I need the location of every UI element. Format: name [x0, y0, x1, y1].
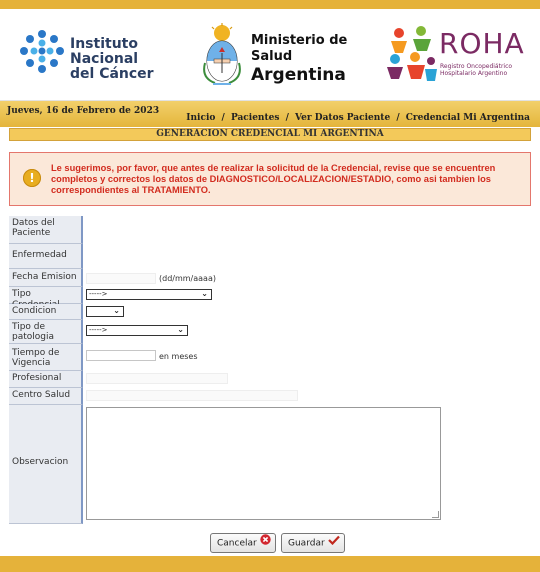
label-tipo-credencial: Tipo Credencial	[9, 287, 83, 310]
exclamation-icon: !	[23, 169, 41, 187]
tiempo-vigencia-hint: en meses	[159, 352, 198, 361]
chevron-down-icon: ⌄	[201, 289, 208, 298]
tiempo-vigencia-input[interactable]	[86, 350, 156, 361]
inc-emblem-icon	[20, 30, 64, 73]
current-date: Jueves, 16 de Febrero de 2023	[7, 106, 160, 116]
tipo-patologia-select[interactable]: -----> ⌄	[86, 325, 188, 336]
label-centro-salud: Centro Salud	[9, 388, 83, 405]
chevron-down-icon: ⌄	[113, 306, 120, 315]
save-button-label: Guardar	[288, 538, 325, 549]
cancel-icon	[260, 534, 271, 552]
tipo-credencial-selected: ----->	[89, 290, 108, 298]
breadcrumb-ver-datos-paciente[interactable]: Ver Datos Paciente	[295, 113, 390, 123]
breadcrumb-inicio[interactable]: Inicio	[186, 113, 215, 123]
profesional-input[interactable]	[86, 373, 228, 384]
label-tipo-patologia: Tipo de patologia	[9, 320, 83, 344]
logo-roha: ROHA Registro Oncopediátrico Hospitalari…	[385, 23, 535, 87]
breadcrumb-separator: /	[396, 113, 400, 123]
inc-name-line2: del Cáncer	[70, 66, 154, 82]
logo-ministerio-salud: Ministerio de Salud Argentina	[201, 23, 371, 87]
label-datos-paciente: Datos del Paciente	[9, 216, 83, 244]
label-profesional: Profesional	[9, 371, 83, 388]
header: Instituto Nacional del Cáncer Ministerio…	[0, 9, 540, 101]
credencial-form: Datos del Paciente Enfermedad Fecha Emis…	[9, 216, 531, 524]
label-observacion: Observacion	[9, 405, 83, 524]
top-accent-bar	[0, 0, 540, 9]
roha-title: ROHA	[439, 27, 525, 60]
label-condicion: Condicion	[9, 304, 83, 320]
section-title: GENERACION CREDENCIAL MI ARGENTINA	[9, 128, 531, 141]
ministerio-name-line2: Argentina	[251, 65, 346, 85]
logo-instituto-nacional-cancer: Instituto Nacional del Cáncer	[18, 27, 188, 83]
observacion-textarea[interactable]	[86, 407, 441, 520]
tipo-credencial-select[interactable]: -----> ⌄	[86, 289, 212, 300]
warning-text: Le sugerimos, por favor, que antes de re…	[51, 163, 496, 195]
condicion-select[interactable]: ⌄	[86, 306, 124, 317]
footer-bar	[0, 556, 540, 572]
checkmark-icon	[327, 534, 340, 552]
label-enfermedad: Enfermedad	[9, 244, 83, 269]
label-fecha-emision: Fecha Emision	[9, 269, 83, 287]
roha-subtitle-line1: Registro Oncopediátrico	[440, 63, 513, 70]
cancel-button-label: Cancelar	[217, 538, 257, 549]
chevron-down-icon: ⌄	[177, 325, 184, 334]
tipo-patologia-selected: ----->	[89, 326, 108, 334]
centro-salud-input[interactable]	[86, 390, 298, 401]
escudo-argentina-icon	[203, 23, 241, 85]
breadcrumb-separator: /	[221, 113, 225, 123]
cancel-button[interactable]: Cancelar	[210, 533, 276, 553]
label-tiempo-vigencia: Tiempo de Vigencia	[9, 344, 83, 371]
save-button[interactable]: Guardar	[281, 533, 345, 553]
info-bar: Jueves, 16 de Febrero de 2023 Inicio / P…	[0, 101, 540, 127]
warning-box: ! Le sugerimos, por favor, que antes de …	[9, 152, 531, 206]
breadcrumb-pacientes[interactable]: Pacientes	[231, 113, 279, 123]
fecha-emision-hint: (dd/mm/aaaa)	[159, 274, 216, 283]
inc-name-line1: Instituto Nacional	[70, 36, 139, 67]
resize-grip-icon[interactable]	[432, 511, 439, 518]
fecha-emision-input[interactable]	[86, 273, 156, 284]
ministerio-name-line1: Ministerio de Salud	[251, 33, 348, 64]
breadcrumb: Inicio / Pacientes / Ver Datos Paciente …	[186, 113, 530, 123]
breadcrumb-separator: /	[285, 113, 289, 123]
roha-subtitle-line2: Hospitalario Argentino	[440, 70, 508, 77]
breadcrumb-credencial: Credencial Mi Argentina	[405, 113, 530, 123]
roha-figures-icon	[387, 26, 437, 81]
